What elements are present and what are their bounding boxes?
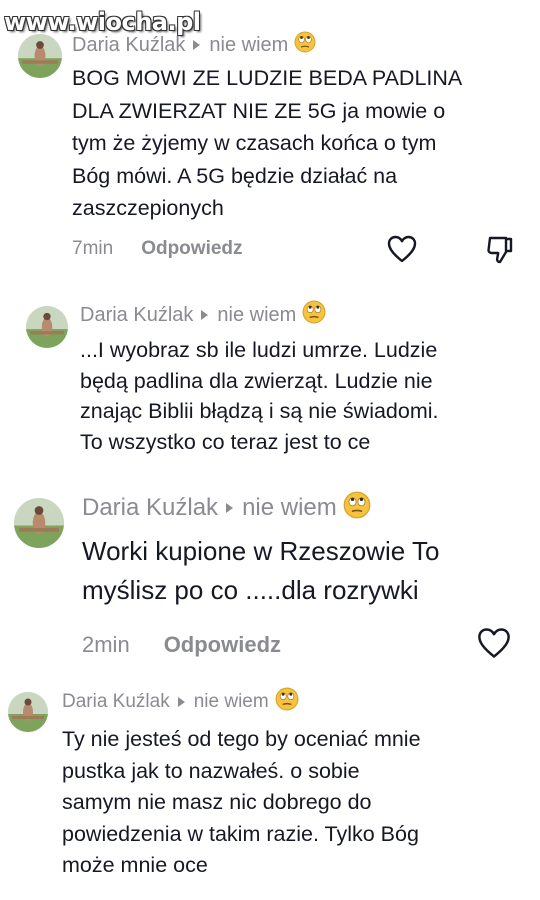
comment-header: Daria Kuźlak nie wiem: [62, 687, 299, 717]
comment-header: Daria Kuźlak nie wiem: [82, 491, 371, 526]
watermark: www.wiocha.pl: [4, 8, 201, 36]
reply-arrow-icon: [201, 310, 209, 320]
comment-text: BOG MOWI ZE LUDZIE BEDA PADLINA DLA ZWIE…: [72, 62, 462, 225]
comment-line: Worki kupione w Rzeszowie To: [82, 536, 440, 566]
comment-text: Worki kupione w Rzeszowie To myślisz po …: [82, 532, 439, 610]
comment-meta: 7min Odpowiedz: [72, 236, 243, 262]
comment-line: BOG MOWI ZE LUDZIE BEDA PADLINA: [72, 66, 463, 90]
comment-line: DLA ZWIERZAT NIE ZE 5G ja mowie o: [72, 98, 446, 123]
avatar[interactable]: [8, 692, 48, 732]
avatar[interactable]: [18, 34, 62, 78]
comment-text: Ty nie jesteś od tego by oceniać mnie pu…: [62, 724, 421, 882]
rolling-eyes-emoji-icon: [343, 491, 371, 526]
comment-header: Daria Kuźlak nie wiem: [80, 300, 326, 330]
avatar-photo: [18, 34, 62, 78]
comment-header: Daria Kuźlak nie wiem: [72, 31, 316, 59]
like-button[interactable]: [476, 626, 512, 660]
comment-line: myślisz po co .....dla rozrywki: [82, 575, 419, 605]
reply-arrow-icon: [193, 40, 201, 50]
author-name[interactable]: Daria Kuźlak: [72, 34, 185, 57]
comment-4: Daria Kuźlak nie wiem Ty nie jesteś od t…: [0, 680, 540, 900]
comment-meta: 2min Odpowiedz: [82, 630, 281, 660]
avatar[interactable]: [26, 306, 68, 348]
heart-outline-icon: [478, 628, 510, 658]
comment-line: powiedzenia w takim razie. Tylko Bóg: [62, 821, 419, 846]
reply-to-name[interactable]: nie wiem: [194, 691, 269, 713]
comment-line: tym że żyjemy w czasach końca o tym: [72, 131, 437, 155]
comment-line: Ty nie jesteś od tego by oceniać mnie: [62, 727, 421, 751]
avatar-photo: [26, 306, 68, 348]
thumbs-down-icon: [487, 236, 513, 264]
comment-text: ...I wyobraz sb ile ludzi umrze. Ludzie …: [80, 335, 439, 457]
like-button[interactable]: [386, 234, 418, 264]
timestamp: 7min: [72, 238, 114, 259]
reply-to-name[interactable]: nie wiem: [242, 494, 337, 522]
comment-line: ...I wyobraz sb ile ludzi umrze. Ludzie: [80, 338, 438, 362]
reply-arrow-icon: [226, 503, 234, 513]
reply-to-name[interactable]: nie wiem: [217, 304, 296, 327]
comment-3: Daria Kuźlak nie wiem Worki kupione w Rz…: [0, 470, 540, 680]
comment-line: Bóg mówi. A 5G będzie działać na: [72, 163, 398, 188]
comment-line: samym nie masz nic dobrego do: [62, 790, 372, 814]
comment-line: zaszczepionych: [72, 196, 224, 220]
avatar[interactable]: [14, 498, 64, 548]
dislike-button[interactable]: [484, 234, 516, 266]
author-name[interactable]: Daria Kuźlak: [82, 494, 218, 522]
comment-2: Daria Kuźlak nie wiem ...I wyobraz sb il…: [0, 290, 540, 470]
rolling-eyes-emoji-icon: [275, 687, 299, 717]
comment-line: znając Biblii błądzą i są nie świadomi.: [80, 399, 439, 423]
reply-button[interactable]: Odpowiedz: [164, 632, 281, 658]
timestamp: 2min: [82, 632, 130, 657]
heart-outline-icon: [387, 235, 417, 263]
avatar-photo: [8, 692, 48, 732]
comment-line: To wszystko co teraz jest to ce: [80, 429, 371, 454]
comment-1: Daria Kuźlak nie wiem BOG MOWI ZE LUDZIE…: [0, 0, 540, 290]
author-name[interactable]: Daria Kuźlak: [62, 691, 170, 713]
reply-arrow-icon: [177, 697, 185, 707]
comment-line: może mnie oce: [62, 853, 208, 877]
rolling-eyes-emoji-icon: [294, 31, 316, 59]
author-name[interactable]: Daria Kuźlak: [80, 304, 193, 327]
reply-to-name[interactable]: nie wiem: [209, 34, 288, 57]
reply-button[interactable]: Odpowiedz: [141, 238, 242, 260]
avatar-photo: [14, 498, 64, 548]
comment-line: będą padlina dla zwierząt. Ludzie nie: [80, 368, 433, 393]
comment-line: pustka jak to nazwałeś. o sobie: [62, 758, 360, 783]
rolling-eyes-emoji-icon: [302, 300, 326, 330]
